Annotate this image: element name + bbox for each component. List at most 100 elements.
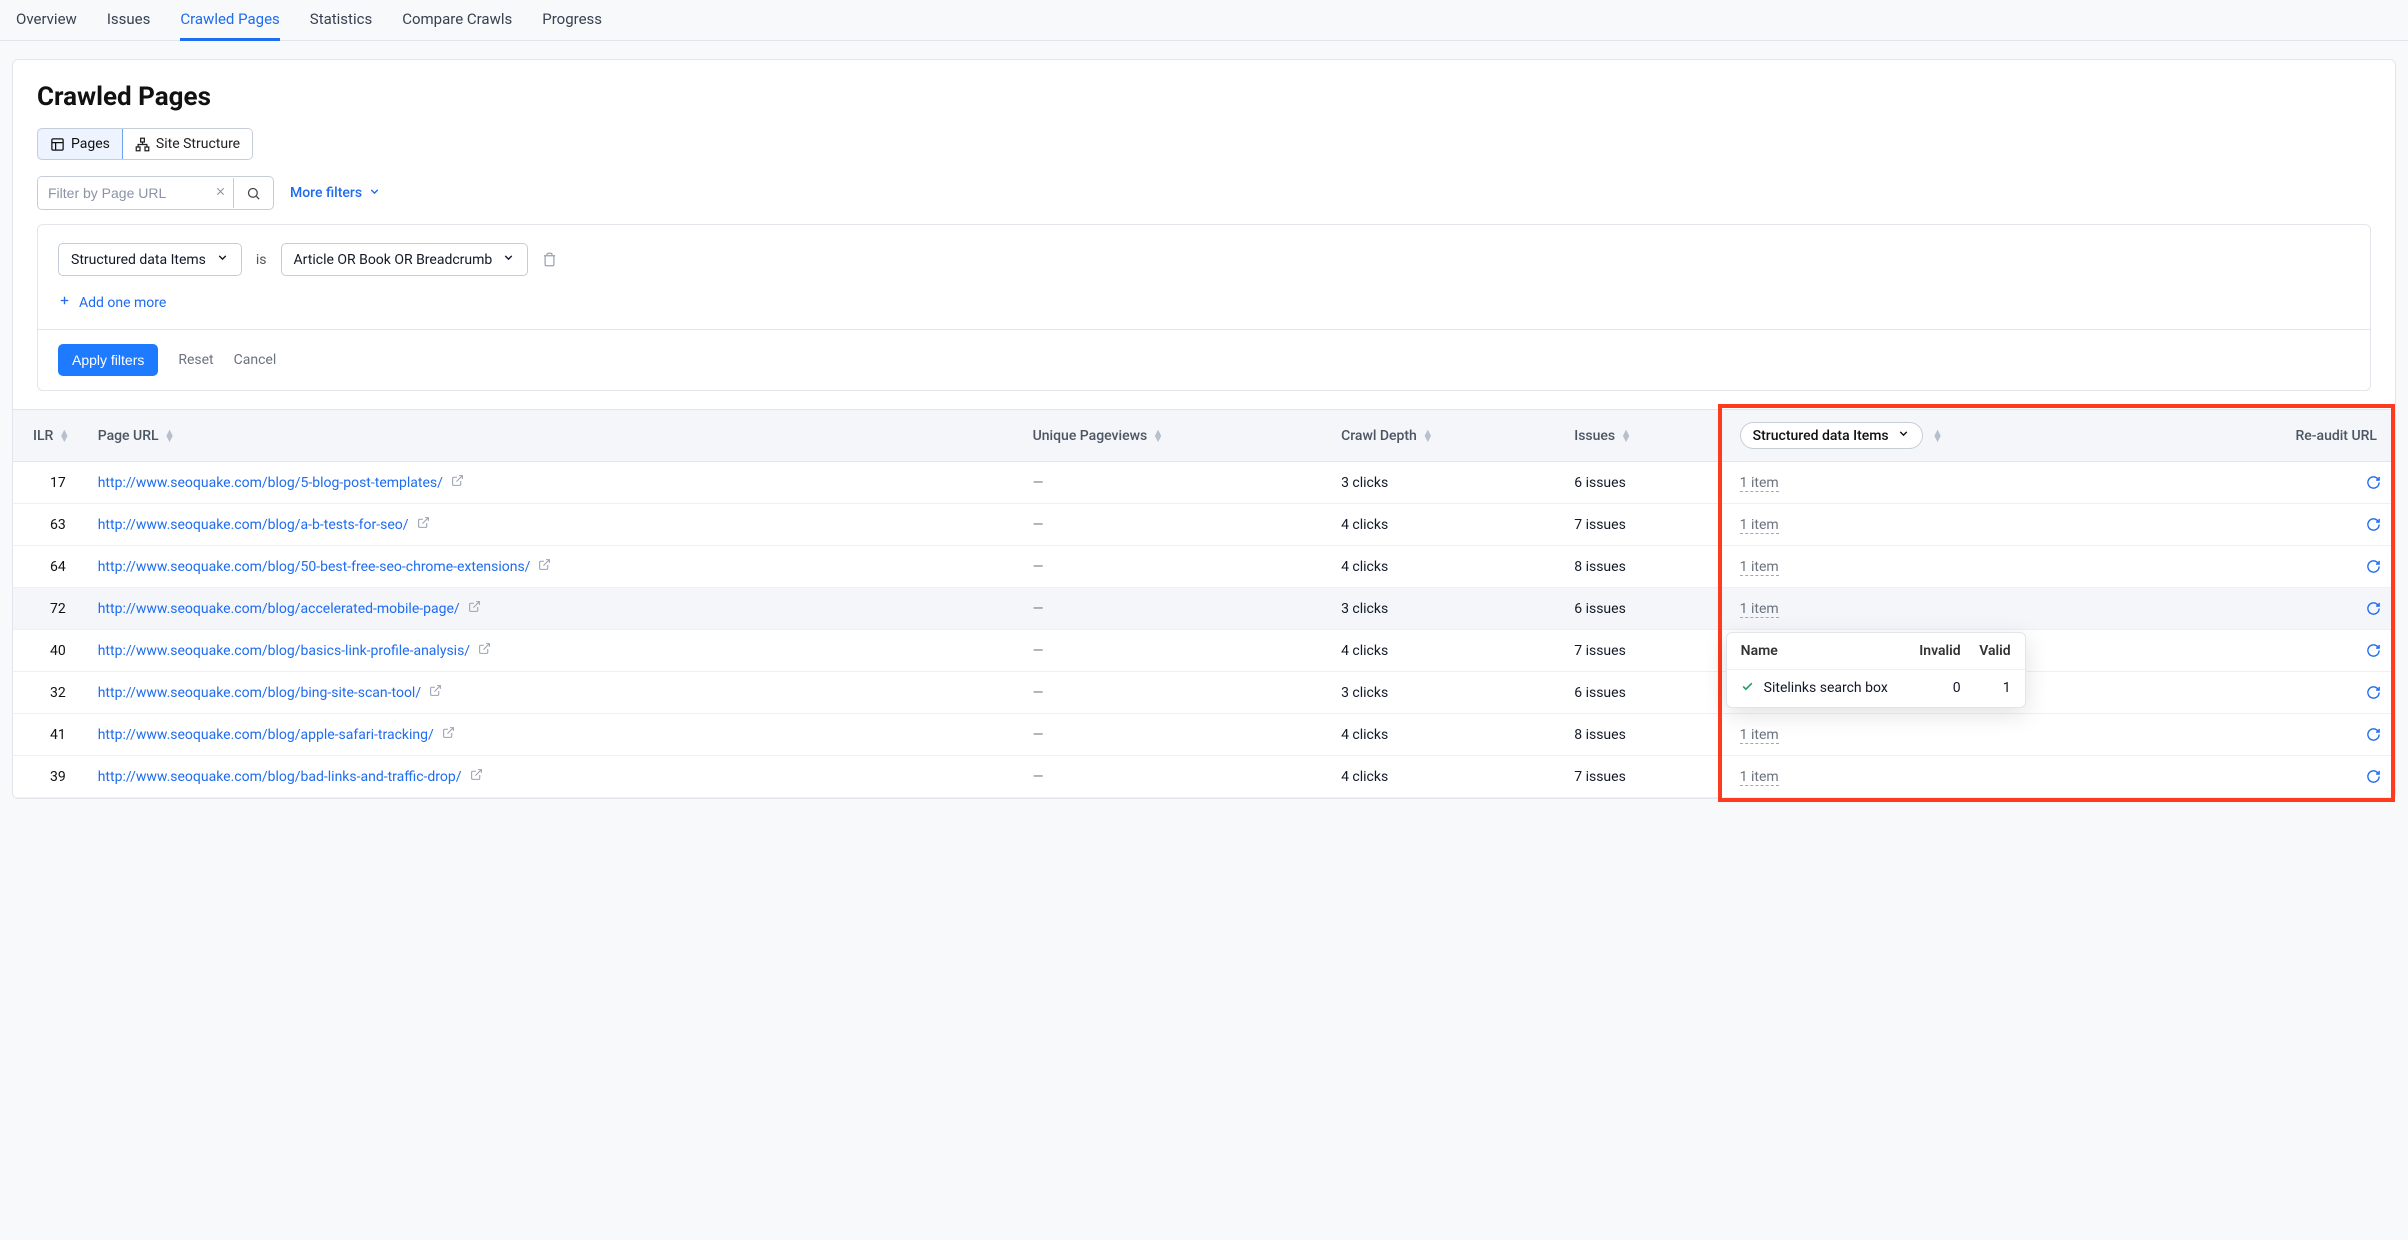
view-pages-button[interactable]: Pages [37,128,123,160]
popover-invalid-header: Invalid [1911,643,1961,659]
page-url-link[interactable]: http://www.seoquake.com/blog/50-best-fre… [98,559,531,575]
popover-valid-header: Valid [1961,643,2011,659]
page-url-link[interactable]: http://www.seoquake.com/blog/basics-link… [98,643,470,659]
sort-icon: ▲▼ [1153,430,1164,442]
cell-structured-data: 1 item [1726,462,2175,504]
cell-reaudit [2175,546,2395,588]
tab-overview[interactable]: Overview [16,6,77,40]
page-url-link[interactable]: http://www.seoquake.com/blog/accelerated… [98,601,460,617]
add-filter-button[interactable]: Add one more [38,282,186,329]
cell-reaudit [2175,588,2395,630]
col-structured-data[interactable]: Structured data Items ▲▼ [1726,410,2175,462]
col-unique-pageviews[interactable]: Unique Pageviews ▲▼ [1019,410,1327,462]
external-link-icon[interactable] [538,559,551,575]
structured-data-link[interactable]: 1 item [1740,727,1779,744]
view-structure-label: Site Structure [156,136,240,152]
main-panel: Crawled Pages Pages Site Structure [12,59,2396,799]
cell-ilr: 17 [13,462,84,504]
external-link-icon[interactable] [451,475,464,491]
sort-icon: ▲▼ [164,430,175,442]
cell-url: http://www.seoquake.com/blog/5-blog-post… [84,462,1019,504]
chevron-down-icon [1897,427,1910,444]
delete-filter-button[interactable] [542,252,557,268]
page-url-link[interactable]: http://www.seoquake.com/blog/5-blog-post… [98,475,443,491]
structured-data-pill[interactable]: Structured data Items [1740,422,1923,449]
cell-reaudit [2175,462,2395,504]
page-url-link[interactable]: http://www.seoquake.com/blog/bing-site-s… [98,685,421,701]
col-reaudit: Re-audit URL [2175,410,2395,462]
structured-data-link[interactable]: 1 item [1740,475,1779,492]
structured-data-link[interactable]: 1 item [1740,601,1779,618]
reaudit-button[interactable] [2366,685,2381,701]
table-row: 40http://www.seoquake.com/blog/basics-li… [13,630,2395,672]
cell-url: http://www.seoquake.com/blog/basics-link… [84,630,1019,672]
cell-crawl-depth: 4 clicks [1327,756,1560,798]
tab-issues[interactable]: Issues [107,6,151,40]
page-title: Crawled Pages [37,82,2371,112]
cell-reaudit [2175,672,2395,714]
page-url-link[interactable]: http://www.seoquake.com/blog/bad-links-a… [98,769,462,785]
cell-pageviews: — [1019,462,1327,504]
view-structure-button[interactable]: Site Structure [122,129,252,159]
col-issues[interactable]: Issues ▲▼ [1560,410,1725,462]
external-link-icon[interactable] [417,517,430,533]
reaudit-button[interactable] [2366,601,2381,617]
tab-compare-crawls[interactable]: Compare Crawls [402,6,512,40]
filter-field-select[interactable]: Structured data Items [58,243,242,276]
tab-crawled-pages[interactable]: Crawled Pages [180,6,279,41]
external-link-icon[interactable] [442,727,455,743]
reaudit-button[interactable] [2366,517,2381,533]
external-link-icon[interactable] [429,685,442,701]
external-link-icon[interactable] [468,601,481,617]
external-link-icon[interactable] [470,769,483,785]
search-button[interactable] [233,178,273,208]
structured-data-link[interactable]: 1 item [1740,559,1779,576]
reaudit-button[interactable] [2366,769,2381,785]
filter-value-label: Article OR Book OR Breadcrumb [294,252,493,268]
popover-name-header: Name [1741,643,1911,659]
page-url-link[interactable]: http://www.seoquake.com/blog/apple-safar… [98,727,434,743]
filter-value-select[interactable]: Article OR Book OR Breadcrumb [281,243,529,276]
more-filters-toggle[interactable]: More filters [290,185,381,202]
cell-reaudit [2175,630,2395,672]
clear-icon[interactable] [208,185,233,202]
cell-issues: 7 issues [1560,756,1725,798]
reaudit-button[interactable] [2366,727,2381,743]
structured-data-link[interactable]: 1 item [1740,517,1779,534]
cell-issues: 6 issues [1560,462,1725,504]
external-link-icon[interactable] [478,643,491,659]
reaudit-button[interactable] [2366,643,2381,659]
cell-crawl-depth: 3 clicks [1327,672,1560,714]
cell-url: http://www.seoquake.com/blog/bing-site-s… [84,672,1019,714]
cell-ilr: 41 [13,714,84,756]
apply-filters-button[interactable]: Apply filters [58,344,158,376]
cell-pageviews: — [1019,630,1327,672]
col-crawl-depth[interactable]: Crawl Depth ▲▼ [1327,410,1560,462]
pages-table: ILR ▲▼ Page URL ▲▼ Unique Pageviews ▲▼ C… [13,409,2395,798]
structured-data-link[interactable]: 1 item [1740,769,1779,786]
cell-url: http://www.seoquake.com/blog/a-b-tests-f… [84,504,1019,546]
cancel-filters-button[interactable]: Cancel [234,352,277,368]
cell-issues: 6 issues [1560,588,1725,630]
tab-progress[interactable]: Progress [542,6,602,40]
page-url-link[interactable]: http://www.seoquake.com/blog/a-b-tests-f… [98,517,409,533]
cell-crawl-depth: 4 clicks [1327,504,1560,546]
cell-issues: 8 issues [1560,714,1725,756]
col-ilr[interactable]: ILR ▲▼ [13,410,84,462]
filter-url-input[interactable] [38,177,208,209]
reset-filters-button[interactable]: Reset [178,352,213,368]
cell-structured-data: 1 item [1726,504,2175,546]
cell-ilr: 39 [13,756,84,798]
col-page-url[interactable]: Page URL ▲▼ [84,410,1019,462]
cell-ilr: 72 [13,588,84,630]
cell-crawl-depth: 3 clicks [1327,588,1560,630]
cell-crawl-depth: 4 clicks [1327,546,1560,588]
tab-statistics[interactable]: Statistics [310,6,372,40]
cell-crawl-depth: 4 clicks [1327,630,1560,672]
reaudit-button[interactable] [2366,559,2381,575]
cell-ilr: 63 [13,504,84,546]
reaudit-button[interactable] [2366,475,2381,491]
cell-issues: 7 issues [1560,630,1725,672]
table-row: 64http://www.seoquake.com/blog/50-best-f… [13,546,2395,588]
sort-icon: ▲▼ [1932,430,1943,442]
